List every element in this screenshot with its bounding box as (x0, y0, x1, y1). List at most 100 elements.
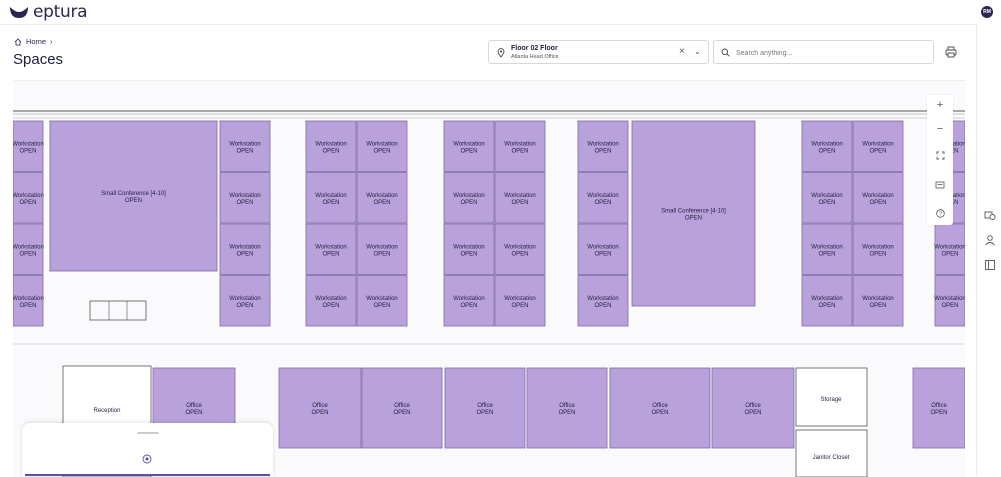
user-icon[interactable] (984, 234, 996, 246)
workstation-status: OPEN (322, 303, 339, 309)
workstation-status: OPEN (322, 251, 339, 257)
workstation-label: Workstation (229, 193, 261, 199)
workstation-status: OPEN (322, 148, 339, 154)
workstation-label: Workstation (811, 141, 843, 147)
workstation-label: Workstation (862, 244, 894, 250)
workstation-status: OPEN (818, 251, 835, 257)
workstation-label: Workstation (504, 193, 536, 199)
workstation-status: OPEN (818, 148, 835, 154)
office-status: OPEN (476, 410, 493, 416)
office-status: OPEN (651, 410, 668, 416)
workstation-status: OPEN (236, 200, 253, 206)
office-status: OPEN (311, 410, 328, 416)
workstation-label: Workstation (315, 141, 347, 147)
workstation-label: Workstation (811, 296, 843, 302)
legend-button[interactable] (927, 175, 953, 195)
bottom-drawer (22, 423, 273, 476)
workstation-label: Workstation (587, 244, 619, 250)
workstation-label: Workstation (366, 193, 398, 199)
workstation-label: Workstation (229, 296, 261, 302)
workstation-label: Workstation (453, 193, 485, 199)
office-label: Office (477, 403, 493, 409)
office-status: OPEN (393, 410, 410, 416)
location-pin-icon (497, 48, 505, 58)
workstation-status: OPEN (460, 251, 477, 257)
fullscreen-button[interactable] (927, 145, 953, 165)
zoom-out-button[interactable]: − (927, 119, 953, 139)
bookings-icon[interactable] (984, 209, 996, 221)
building-name: Atlanta Head Office (511, 54, 559, 60)
workstation-label: Workstation (862, 193, 894, 199)
map-controls: + − ? (927, 95, 953, 225)
collapse-panel-icon[interactable] (984, 259, 996, 271)
workstation-status: OPEN (373, 303, 390, 309)
eptura-logo[interactable]: eptura (8, 2, 88, 22)
workstation-label: Workstation (587, 141, 619, 147)
zoom-in-button[interactable]: + (927, 95, 953, 115)
office-label: Office (652, 403, 668, 409)
workstation-label: Workstation (13, 244, 44, 250)
floor-selector[interactable]: Floor 02 Floor Atlanta Head Office × ⌄ (488, 40, 709, 64)
office-status: OPEN (930, 410, 947, 416)
office-label: Office (394, 403, 410, 409)
brand-name: eptura (33, 2, 88, 22)
closet-room[interactable] (795, 429, 868, 477)
workstation-label: Workstation (366, 296, 398, 302)
search-input[interactable] (734, 44, 928, 62)
clear-floor-icon[interactable]: × (679, 46, 685, 57)
breadcrumb-home[interactable]: Home (26, 37, 46, 46)
workstation-label: Workstation (13, 296, 44, 302)
workstation-label: Workstation (587, 193, 619, 199)
workstation-status: OPEN (19, 303, 36, 309)
search-box[interactable] (713, 40, 934, 64)
workstation-label: Workstation (587, 296, 619, 302)
floor-plan-canvas[interactable]: WorkstationOPENWorkstationOPENWorkstatio… (13, 81, 965, 477)
workstation-status: OPEN (236, 303, 253, 309)
help-button[interactable]: ? (927, 203, 953, 223)
workstation-status: OPEN (869, 148, 886, 154)
workstation-label: Workstation (504, 244, 536, 250)
floor-plan-map[interactable]: Workstation OPEN Workstation OPEN Workstatio… (13, 80, 965, 477)
workstation-status: OPEN (460, 148, 477, 154)
workstation-label: Workstation (13, 141, 44, 147)
expand-icon (936, 151, 944, 159)
workstation-status: OPEN (236, 251, 253, 257)
drawer-handle[interactable] (137, 432, 159, 434)
workstation-status: OPEN (869, 251, 886, 257)
breadcrumb-separator: › (50, 37, 53, 46)
workstation-label: Workstation (811, 244, 843, 250)
floor-name: Floor 02 Floor (511, 45, 558, 52)
search-icon (721, 48, 730, 57)
workstation-label: Workstation (504, 296, 536, 302)
workstation-label: Workstation (13, 193, 44, 199)
workstation-status: OPEN (236, 148, 253, 154)
workstation-status: OPEN (511, 251, 528, 257)
reception-label: Reception (93, 408, 120, 414)
workstation-label: Workstation (453, 244, 485, 250)
workstation-status: OPEN (594, 148, 611, 154)
office-label: Office (312, 403, 328, 409)
workstation-status: OPEN (19, 200, 36, 206)
right-rail (976, 24, 1001, 476)
workstation-label: Workstation (811, 193, 843, 199)
user-avatar[interactable]: RM (981, 6, 993, 18)
workstation-status: OPEN (869, 200, 886, 206)
workstation-status: OPEN (818, 303, 835, 309)
top-bar: eptura RM (0, 0, 1001, 25)
workstation-label: Workstation (229, 244, 261, 250)
chevron-down-icon[interactable]: ⌄ (694, 47, 701, 56)
workstation-label: Workstation (366, 141, 398, 147)
office-status: OPEN (558, 410, 575, 416)
workstation-status: OPEN (460, 303, 477, 309)
office-status: OPEN (744, 410, 761, 416)
conference-label: Small Conference [4-10] (661, 209, 726, 215)
office-status: OPEN (185, 410, 202, 416)
workstation-label: Workstation (315, 193, 347, 199)
workstation-status: OPEN (869, 303, 886, 309)
workstation-status: OPEN (511, 303, 528, 309)
space-info-icon[interactable] (142, 454, 152, 464)
svg-text:?: ? (939, 211, 942, 217)
print-icon[interactable] (945, 46, 957, 58)
workstation-status: OPEN (594, 303, 611, 309)
workstation-label: Workstation (453, 296, 485, 302)
